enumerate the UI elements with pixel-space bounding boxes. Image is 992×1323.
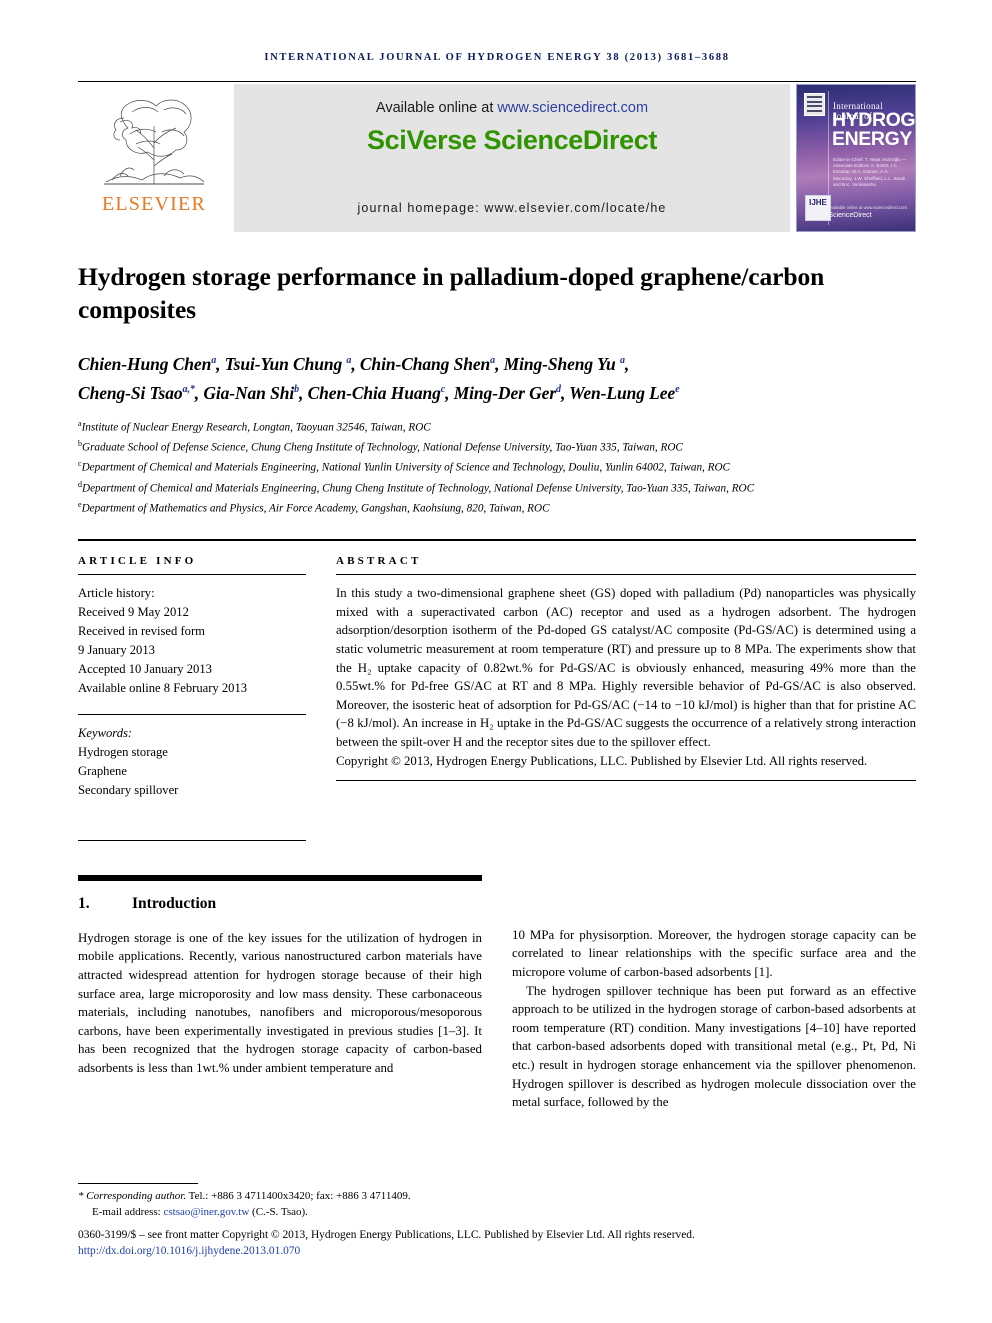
article-history: Article history: Received 9 May 2012 Rec…	[78, 584, 306, 698]
keywords-rule	[78, 714, 306, 716]
cover-sciencedirect-mark: Available online at www.sciencedirect.co…	[828, 205, 907, 219]
author-affil-marker: a	[619, 355, 625, 366]
section-top-bar-spacer	[512, 875, 916, 881]
abstract-rule	[336, 574, 916, 576]
corresponding-author-note: * Corresponding author. Tel.: +886 3 471…	[78, 1188, 916, 1204]
paper-page: International Journal of Hydrogen Energy…	[78, 0, 916, 1112]
article-info-heading: ARTICLE INFO	[78, 555, 197, 568]
info-abstract-row: ARTICLE INFO Article history: Received 9…	[78, 555, 916, 842]
affiliation-text: Institute of Nuclear Energy Research, Lo…	[81, 421, 431, 434]
journal-cover-art: International Journal of HYDROGEN ENERGY…	[797, 85, 915, 231]
sciverse-sciencedirect-wordmark: SciVerse ScienceDirect	[367, 125, 657, 155]
section-number: 1.	[78, 894, 90, 912]
keyword-item: Hydrogen storage	[78, 745, 168, 760]
email-link[interactable]: cstsao@iner.gov.tw	[163, 1206, 249, 1218]
article-history-item: Received 9 May 2012	[78, 605, 189, 620]
affiliation-text: Department of Mathematics and Physics, A…	[81, 502, 550, 515]
abstract-body: In this study a two-dimensional graphene…	[336, 586, 916, 750]
running-head: International Journal of Hydrogen Energy…	[264, 52, 730, 63]
intro-paragraph-left: Hydrogen storage is one of the key issue…	[78, 930, 482, 1075]
article-history-label: Article history:	[78, 586, 155, 601]
keyword-item: Secondary spillover	[78, 783, 179, 798]
cover-title: HYDROGEN ENERGY	[832, 110, 915, 150]
intro-paragraph-right-1: 10 MPa for physisorption. Moreover, the …	[512, 927, 916, 979]
doi-link[interactable]: http://dx.doi.org/10.1016/j.ijhydene.201…	[78, 1243, 916, 1259]
journal-homepage-line: journal homepage: www.elsevier.com/locat…	[357, 201, 667, 215]
keywords-block: Keywords: Hydrogen storage Graphene Seco…	[78, 724, 306, 800]
journal-cover-image: International Journal of HYDROGEN ENERGY…	[796, 84, 916, 232]
article-info-rule	[78, 574, 306, 576]
article-history-item: Received in revised form	[78, 624, 205, 639]
page-footer: * Corresponding author. Tel.: +886 3 471…	[78, 1183, 916, 1259]
article-history-item: Accepted 10 January 2013	[78, 662, 212, 677]
article-info-bottom-rule	[78, 840, 306, 842]
header-divider	[78, 81, 916, 82]
page-title: Hydrogen storage performance in palladiu…	[78, 262, 825, 324]
author-affil-marker: a,	[182, 383, 190, 395]
author-affil-marker: a	[490, 355, 496, 366]
author-affil-marker: c	[440, 383, 446, 395]
affiliation-item: bGraduate School of Defense Science, Chu…	[78, 436, 916, 456]
available-online-line: Available online at www.sciencedirect.co…	[376, 100, 648, 116]
affiliation-text: Department of Chemical and Materials Eng…	[82, 482, 755, 495]
abstract-heading: ABSTRACT	[336, 555, 422, 568]
affiliation-item: dDepartment of Chemical and Materials En…	[78, 477, 916, 497]
affiliation-text: Department of Chemical and Materials Eng…	[81, 462, 731, 475]
keyword-item: Graphene	[78, 764, 127, 779]
author-affil-marker: a	[211, 355, 217, 366]
heading-spacer	[512, 895, 916, 926]
cover-editors: Editor-in-Chief: T. Nejat Veziroğlu — As…	[833, 157, 907, 187]
article-info-column: ARTICLE INFO Article history: Received 9…	[78, 555, 336, 842]
body-columns: 1. Introduction Hydrogen storage is one …	[78, 875, 916, 1111]
abstract-column: ABSTRACT In this study a two-dimensional…	[336, 555, 916, 841]
section-heading: 1. Introduction	[78, 895, 482, 913]
author-affil-marker: e	[675, 383, 680, 395]
corresponding-author-marker: *	[189, 383, 195, 395]
affiliation-list: aInstitute of Nuclear Energy Research, L…	[78, 416, 916, 518]
sciencedirect-banner: Available online at www.sciencedirect.co…	[234, 84, 790, 232]
abstract-bottom-rule	[336, 780, 916, 782]
affiliation-text: Graduate School of Defense Science, Chun…	[82, 441, 683, 454]
author-affil-marker: b	[294, 383, 300, 395]
author-list: Chien-Hung Chena, Tsui-Yun Chung a, Chin…	[78, 348, 916, 406]
author-affil-marker: d	[556, 383, 561, 395]
corresponding-asterisk: *	[78, 1190, 84, 1202]
cover-imprint-badge: IJHE	[805, 195, 831, 221]
article-history-item: 9 January 2013	[78, 643, 155, 658]
article-history-item: Available online 8 February 2013	[78, 681, 248, 696]
cover-sd-small: Available online at www.sciencedirect.co…	[828, 205, 907, 210]
author-line-2: Cheng-Si Tsaoa,*, Gia-Nan Shib, Chen-Chi…	[78, 382, 680, 403]
affiliation-item: eDepartment of Mathematics and Physics, …	[78, 497, 916, 517]
author-line-1: Chien-Hung Chena, Tsui-Yun Chung a, Chin…	[78, 353, 630, 374]
elsevier-tree-icon	[98, 88, 210, 192]
sciencedirect-link[interactable]: www.sciencedirect.com	[497, 100, 648, 116]
elsevier-logo: ELSEVIER	[78, 84, 230, 232]
cover-publisher-badge-icon	[804, 93, 825, 116]
intro-paragraph-right-2: The hydrogen spillover technique has bee…	[512, 983, 916, 1110]
email-suffix: (C.-S. Tsao).	[249, 1206, 308, 1218]
section-top-bar	[78, 875, 482, 881]
keywords-label: Keywords:	[78, 726, 133, 741]
abstract-top-rule	[78, 539, 916, 542]
issn-copyright-line: 0360-3199/$ – see front matter Copyright…	[78, 1229, 695, 1241]
footnote-rule	[78, 1183, 198, 1184]
cover-sd-label: ScienceDirect	[828, 212, 872, 219]
affiliation-item: cDepartment of Chemical and Materials En…	[78, 456, 916, 476]
elsevier-wordmark: ELSEVIER	[101, 193, 207, 215]
body-column-left: 1. Introduction Hydrogen storage is one …	[78, 875, 482, 1111]
body-column-right: 10 MPa for physisorption. Moreover, the …	[512, 875, 916, 1111]
email-note: E-mail address: cstsao@iner.gov.tw (C.-S…	[78, 1204, 916, 1220]
author-affil-marker: a	[346, 355, 352, 366]
affiliation-item: aInstitute of Nuclear Energy Research, L…	[78, 416, 916, 436]
masthead: ELSEVIER Available online at www.science…	[78, 84, 916, 232]
section-title: Introduction	[132, 894, 217, 912]
abstract-copyright: Copyright © 2013, Hydrogen Energy Public…	[336, 753, 868, 768]
cover-title-line2: ENERGY	[832, 128, 912, 150]
email-label: E-mail address:	[92, 1206, 164, 1218]
corresponding-author-contact: Tel.: +886 3 4711400x3420; fax: +886 3 4…	[186, 1190, 411, 1202]
corresponding-author-label: Corresponding author.	[86, 1190, 187, 1202]
available-online-prefix: Available online at	[375, 100, 498, 116]
